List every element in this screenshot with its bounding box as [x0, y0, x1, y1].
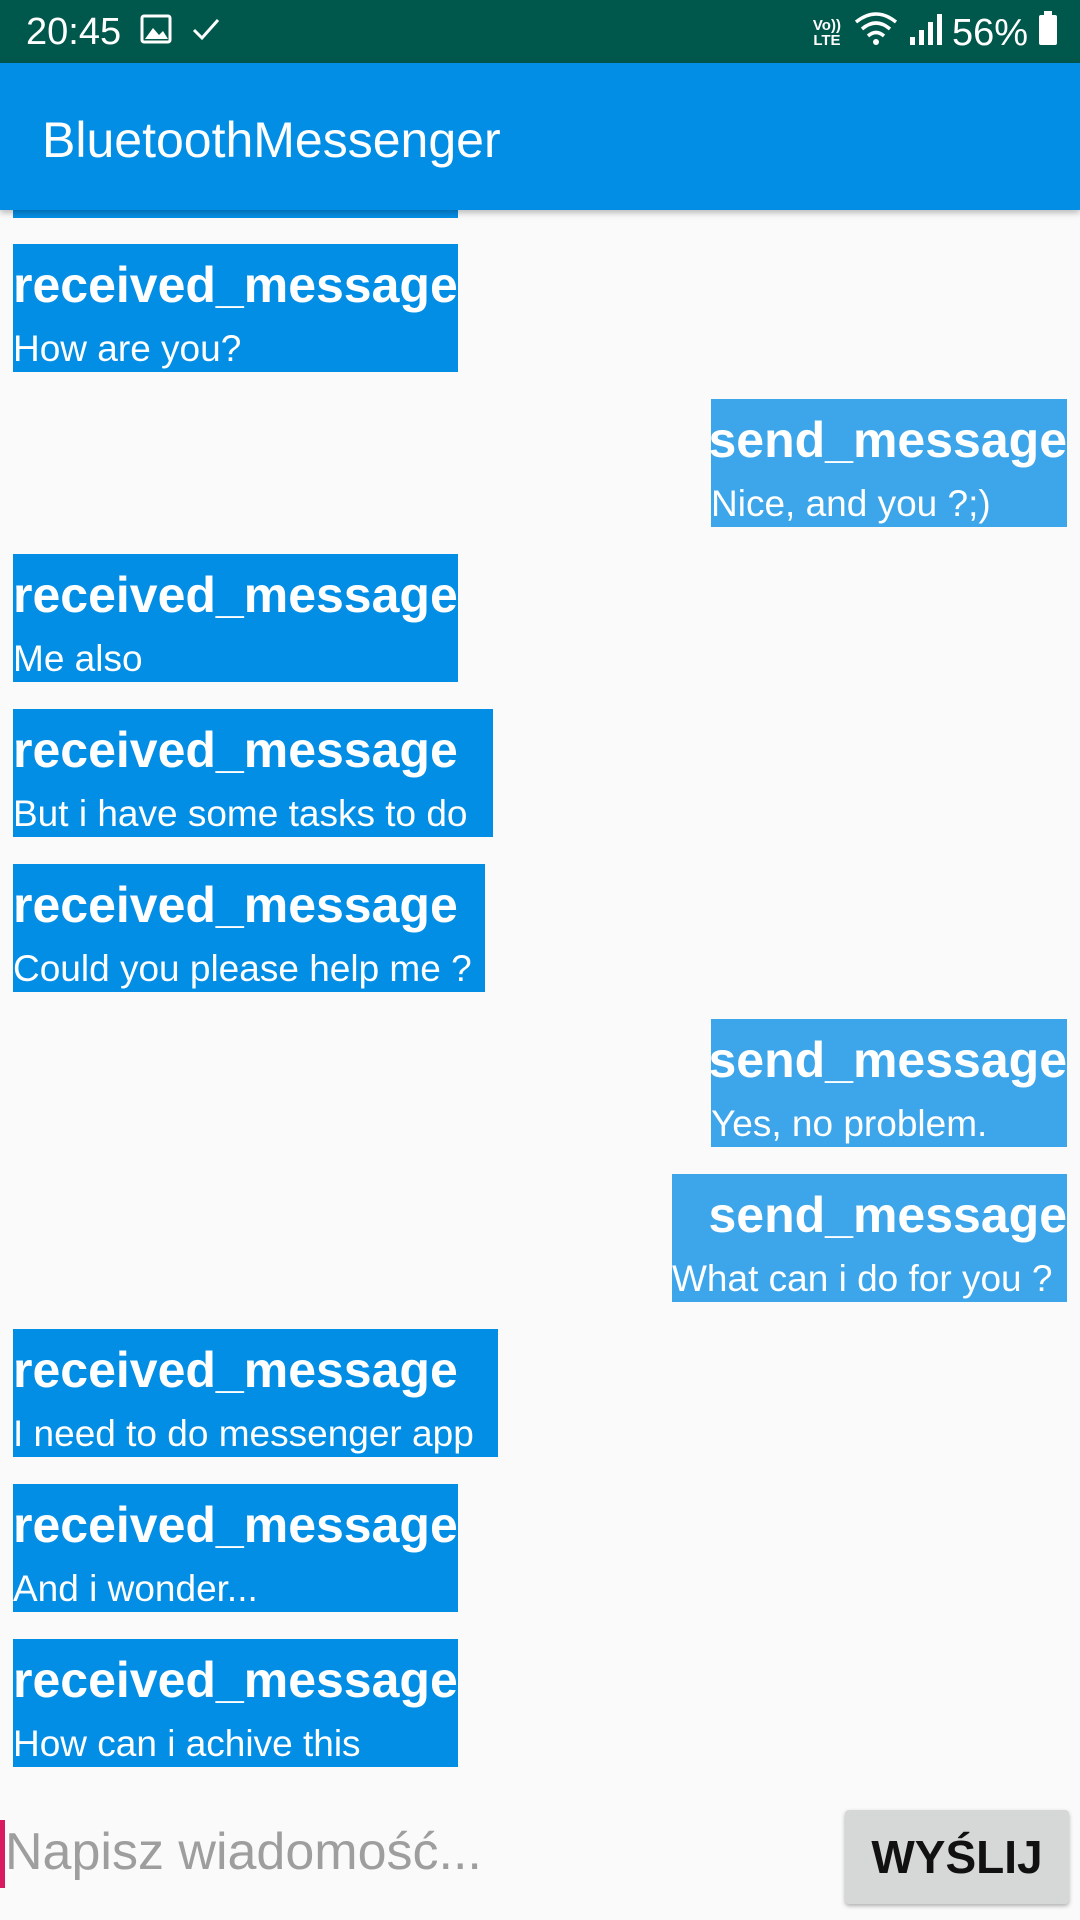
message-bubble-sent: send_message Yes, no problem. [711, 1019, 1067, 1147]
message-bubble-received: received_message Me also [13, 554, 458, 682]
message-text: What can i do for you ? [672, 1258, 1053, 1299]
status-bar: 20:45 Vo)) LTE 56% [0, 0, 1080, 63]
message-title: received_message [13, 257, 458, 313]
message-text: Me also [13, 638, 143, 679]
message-input[interactable] [5, 1816, 825, 1888]
signal-icon [908, 11, 942, 55]
battery-icon [1038, 11, 1058, 55]
partial-message-bubble [13, 210, 458, 218]
message-title: received_message [13, 1652, 458, 1708]
message-bubble-received: received_message I need to do messenger … [13, 1329, 498, 1457]
message-title: received_message [13, 877, 458, 933]
message-title: received_message [13, 567, 458, 623]
message-text: Nice, and you ?;) [711, 483, 991, 524]
message-text: Could you please help me ? [13, 948, 472, 989]
check-icon [190, 14, 222, 49]
message-title: send_message [711, 412, 1067, 468]
volte-lte-icon: Vo)) LTE [812, 17, 841, 49]
app-bar: BluetoothMessenger [0, 63, 1080, 210]
message-text: I need to do messenger app [13, 1413, 474, 1454]
message-bubble-sent: send_message Nice, and you ?;) [711, 399, 1067, 527]
message-bubble-sent: send_message What can i do for you ? [672, 1174, 1067, 1302]
image-icon [140, 14, 172, 49]
app-title: BluetoothMessenger [42, 112, 501, 168]
message-bubble-received: received_message How can i achive this [13, 1639, 458, 1767]
message-bubble-received: received_message Could you please help m… [13, 864, 485, 992]
send-button[interactable]: WYŚLIJ [845, 1810, 1069, 1904]
message-bubble-received: received_message How are you? [13, 244, 458, 372]
status-system-icons: Vo)) LTE 56% [810, 10, 1058, 56]
message-text: But i have some tasks to do [13, 793, 468, 834]
wifi-icon [854, 10, 898, 56]
message-text: How are you? [13, 328, 242, 369]
message-text: How can i achive this [13, 1723, 361, 1764]
message-title: received_message [13, 1342, 458, 1398]
message-list[interactable]: received_message How are you? send_messa… [0, 210, 1080, 1770]
message-bubble-received: received_message And i wonder... [13, 1484, 458, 1612]
message-title: received_message [13, 722, 458, 778]
status-notification-icons [140, 14, 222, 49]
message-text: And i wonder... [13, 1568, 258, 1609]
message-title: send_message [708, 1187, 1067, 1243]
message-text: Yes, no problem. [711, 1103, 988, 1144]
message-composer: WYŚLIJ [0, 1770, 1080, 1920]
message-title: received_message [13, 1497, 458, 1553]
battery-percent: 56% [951, 12, 1028, 54]
message-title: send_message [711, 1032, 1067, 1088]
message-bubble-received: received_message But i have some tasks t… [13, 709, 493, 837]
status-time: 20:45 [26, 11, 122, 53]
